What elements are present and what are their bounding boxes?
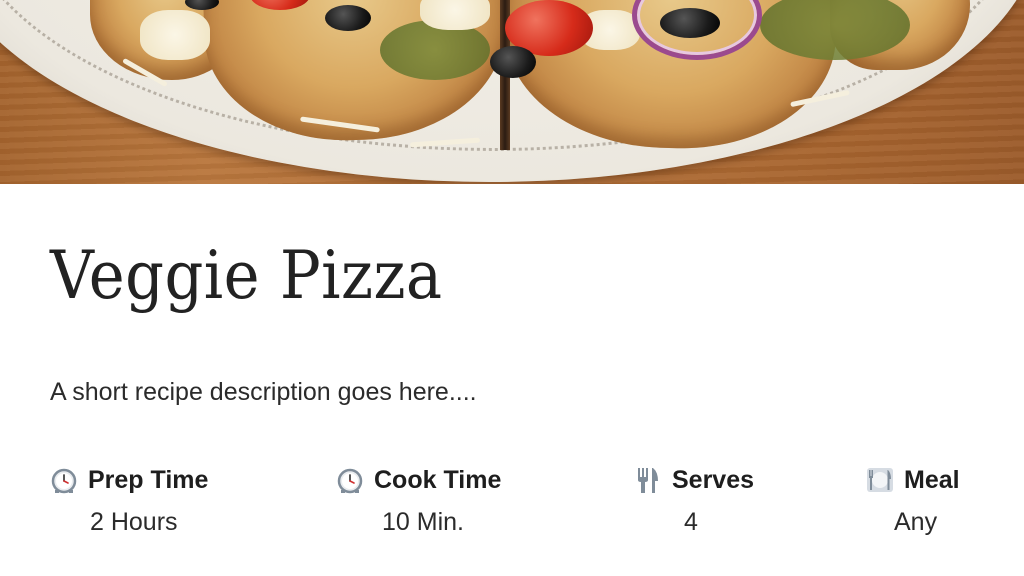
prep-time-label: Prep Time [88,465,209,494]
alarm-clock-icon [336,466,364,494]
prep-time-value: 2 Hours [90,508,178,536]
fork-knife-plate-icon [866,466,894,494]
meal-info: Meal Any [866,460,1024,536]
fork-knife-icon [634,466,662,494]
olive-topping [490,46,536,78]
cook-time-info: Cook Time 10 Min. [336,460,576,536]
recipe-description: A short recipe description goes here.... [50,378,477,406]
recipe-title: Veggie Pizza [50,237,443,314]
meal-label: Meal [904,465,960,494]
recipe-hero-image [0,0,1024,184]
recipe-page: Veggie Pizza A short recipe description … [0,0,1024,576]
serves-value: 4 [684,508,698,536]
cook-time-value: 10 Min. [382,508,464,536]
serves-label: Serves [672,465,755,494]
cheese-topping [140,10,210,60]
prep-time-info: Prep Time 2 Hours [50,460,290,536]
pesto-topping [380,20,490,80]
olive-topping [325,5,371,31]
alarm-clock-icon [50,466,78,494]
cheese-topping [420,0,490,30]
serves-info: Serves 4 [634,460,874,536]
meal-value: Any [894,508,938,536]
cook-time-label: Cook Time [374,465,502,494]
